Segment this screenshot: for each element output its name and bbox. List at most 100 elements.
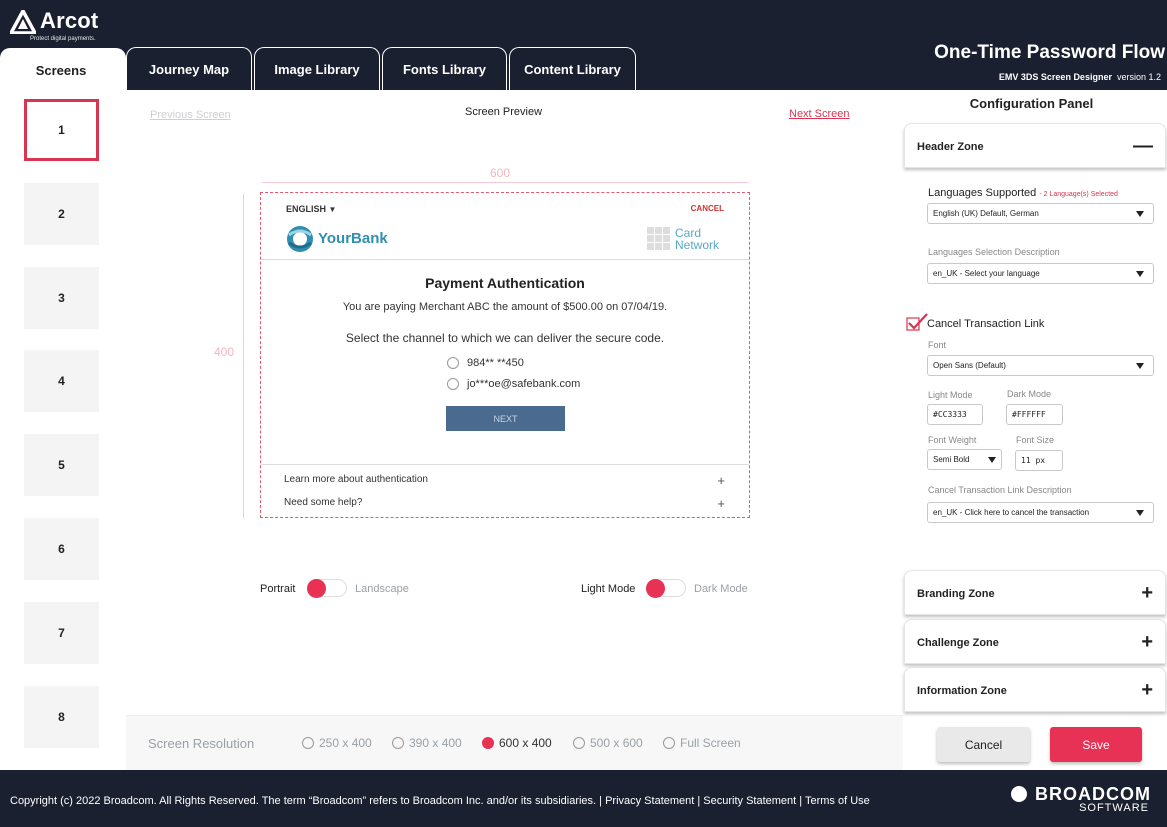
height-dimension-label: 400 (214, 345, 235, 359)
dark-mode-label: Dark Mode (694, 583, 748, 595)
configuration-panel: Configuration Panel Header Zone — Langua… (903, 90, 1167, 770)
cancel-link[interactable]: CANCEL (691, 204, 724, 213)
light-mode-label: Light Mode (581, 583, 636, 595)
screen-item-4[interactable]: 4 (24, 350, 99, 412)
bank-name: YourBank (318, 230, 388, 247)
resolution-option-label: Full Screen (680, 736, 741, 750)
font-size-input[interactable]: 11 px (1015, 450, 1063, 471)
screen-item-6[interactable]: 6 (24, 518, 99, 580)
font-label: Font (928, 340, 947, 350)
dropdown-caret-icon (1136, 363, 1144, 369)
need-help-link[interactable]: Need some help? (284, 497, 362, 508)
header-zone-accordion[interactable]: Header Zone — (904, 123, 1166, 168)
tab-fonts-library[interactable]: Fonts Library (382, 47, 507, 90)
lang-desc-select-value: en_UK - Select your language (933, 269, 1040, 278)
challenge-zone-accordion[interactable]: Challenge Zone + (904, 619, 1166, 664)
radio-icon (392, 737, 404, 749)
toggle-knob (307, 579, 326, 598)
color-mode-toggle[interactable] (646, 579, 686, 598)
width-dimension-label: 600 (490, 166, 511, 180)
channel-option-email[interactable]: jo***oe@safebank.com (447, 378, 580, 390)
screen-item-2[interactable]: 2 (24, 183, 99, 245)
dropdown-caret-icon (1136, 211, 1144, 217)
resolution-option-390x400[interactable]: 390 x 400 (392, 736, 462, 750)
expand-plus-icon[interactable]: + (1141, 582, 1153, 605)
save-button[interactable]: Save (1050, 727, 1142, 762)
card-network-line2: Network (675, 238, 720, 252)
cancel-desc-label: Cancel Transaction Link Description (928, 485, 1072, 495)
tab-journey-map[interactable]: Journey Map (126, 47, 252, 90)
dark-mode-color-input[interactable]: #FFFFFF (1006, 404, 1063, 425)
information-zone-accordion[interactable]: Information Zone + (904, 667, 1166, 712)
font-weight-select[interactable]: Semi Bold (927, 449, 1002, 470)
screen-item-8[interactable]: 8 (24, 686, 99, 748)
dropdown-caret-icon (1136, 510, 1144, 516)
information-zone-title: Information Zone (917, 685, 1007, 697)
languages-select[interactable]: English (UK) Default, German (927, 203, 1154, 224)
screen-item-1[interactable]: 1 (24, 99, 99, 161)
expand-plus-icon[interactable]: + (1141, 679, 1153, 702)
font-select[interactable]: Open Sans (Default) (927, 355, 1154, 376)
screen-item-5[interactable]: 5 (24, 434, 99, 496)
language-selector[interactable]: ENGLISH ▼ (286, 204, 336, 214)
screen-preview-frame: ENGLISH ▼ CANCEL YourBank Card Network P… (260, 192, 750, 518)
previous-screen-link[interactable]: Previous Screen (150, 109, 231, 121)
lang-desc-label: Languages Selection Description (928, 247, 1060, 257)
learn-more-link[interactable]: Learn more about authentication (284, 474, 428, 485)
next-button[interactable]: NEXT (446, 406, 565, 431)
copyright-text: Copyright (c) 2022 Broadcom. All Rights … (10, 795, 870, 807)
tab-content-library[interactable]: Content Library (509, 47, 636, 90)
radio-icon (447, 378, 459, 390)
card-network-grid-icon (647, 227, 670, 250)
lang-desc-select[interactable]: en_UK - Select your language (927, 263, 1154, 284)
designer-name: EMV 3DS Screen Designer (998, 72, 1112, 82)
height-dimension-line (243, 194, 244, 518)
caret-down-icon: ▼ (328, 205, 337, 214)
dropdown-caret-icon (988, 457, 996, 463)
bank-logo: YourBank (286, 225, 388, 253)
screen-item-3[interactable]: 3 (24, 267, 99, 329)
channel-option-phone[interactable]: 984** **450 (447, 357, 524, 369)
light-mode-color-label: Light Mode (928, 390, 973, 400)
dropdown-caret-icon (1136, 271, 1144, 277)
expand-plus-icon[interactable]: + (717, 473, 725, 488)
portrait-label: Portrait (260, 583, 296, 595)
next-screen-link[interactable]: Next Screen (789, 108, 850, 120)
resolution-option-600x400[interactable]: 600 x 400 (482, 736, 552, 750)
resolution-option-full-screen[interactable]: Full Screen (663, 736, 741, 750)
resolution-option-label: 500 x 600 (590, 736, 643, 750)
cancel-button[interactable]: Cancel (937, 727, 1030, 762)
arcot-logo-icon (10, 10, 36, 34)
expand-plus-icon[interactable]: + (717, 496, 725, 511)
header-zone-title: Header Zone (917, 141, 984, 153)
cancel-desc-select[interactable]: en_UK - Click here to cancel the transac… (927, 502, 1154, 523)
resolution-option-500x600[interactable]: 500 x 600 (573, 736, 643, 750)
light-mode-color-input[interactable]: #CC3333 (927, 404, 983, 425)
branding-zone-title: Branding Zone (917, 588, 995, 600)
channel-option-label: 984** **450 (467, 357, 524, 369)
expand-plus-icon[interactable]: + (1141, 631, 1153, 654)
brand-name: Arcot (40, 8, 99, 33)
payment-auth-heading: Payment Authentication (425, 275, 585, 291)
screens-title: Screens (35, 63, 87, 78)
cancel-desc-select-value: en_UK - Click here to cancel the transac… (933, 508, 1090, 517)
card-network-logo: Card Network (647, 227, 727, 253)
cancel-link-label: Cancel Transaction Link (927, 318, 1045, 330)
payment-info-text: You are paying Merchant ABC the amount o… (342, 301, 668, 313)
branding-zone-accordion[interactable]: Branding Zone + (904, 570, 1166, 615)
flow-subtitle: EMV 3DS Screen Designer version 1.2 (999, 72, 1161, 82)
checkbox-checked-icon[interactable] (906, 313, 928, 331)
languages-label-text: Languages Supported (928, 187, 1037, 199)
bank-logo-icon (287, 226, 313, 252)
tab-image-library[interactable]: Image Library (254, 47, 380, 90)
screen-preview-title: Screen Preview (465, 106, 543, 118)
resolution-option-250x400[interactable]: 250 x 400 (302, 736, 372, 750)
flow-title: One-Time Password Flow (934, 42, 1165, 63)
font-size-label: Font Size (1016, 435, 1055, 445)
font-weight-select-value: Semi Bold (933, 455, 970, 464)
width-dimension-line (262, 182, 748, 183)
orientation-toggle[interactable] (307, 579, 347, 598)
collapse-minus-icon[interactable]: — (1133, 135, 1153, 158)
version-label: version 1.2 (1116, 72, 1161, 82)
screen-item-7[interactable]: 7 (24, 602, 99, 664)
